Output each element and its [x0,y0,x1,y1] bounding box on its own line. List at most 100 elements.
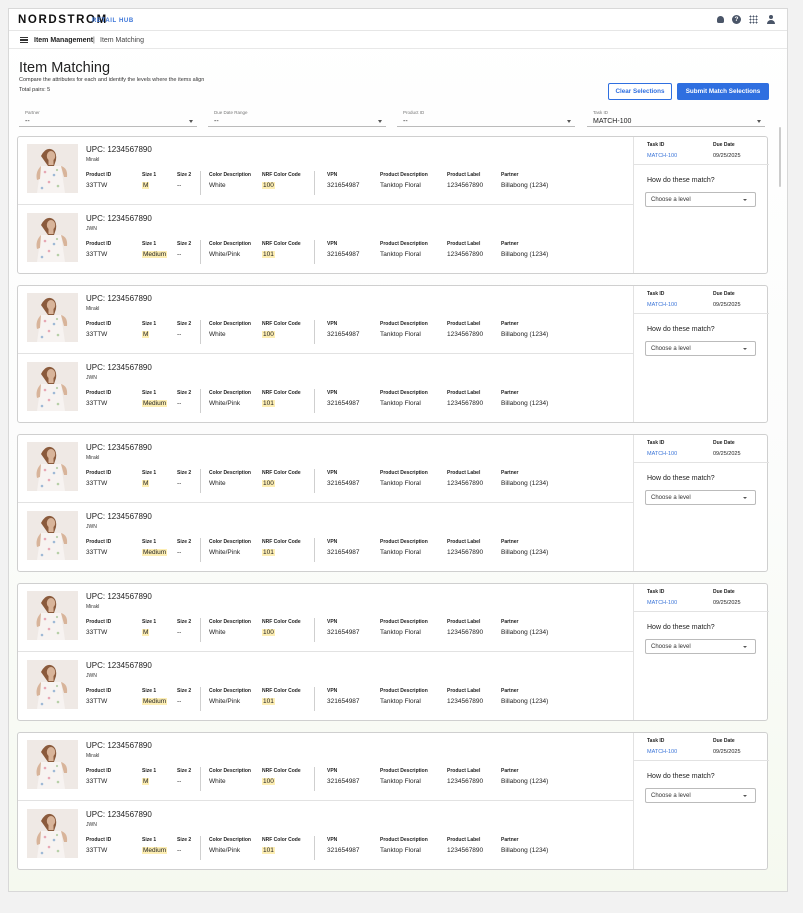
task-id-label: Task ID [647,738,665,744]
attr-value-text: White [209,331,226,338]
attr-value-vpn: 321654987 [327,400,360,407]
filter-value: -- [403,118,408,125]
due-date-value: 09/25/2025 [713,302,741,308]
attr-value-size2: -- [177,698,181,705]
task-id-link[interactable]: MATCH-100 [647,451,677,457]
scrollbar[interactable] [779,127,781,187]
attr-value-product-id: 33TTW [86,331,107,338]
product-thumbnail[interactable] [27,511,78,560]
match-side-panel: Task ID Due Date MATCH-100 09/25/2025 How do… [633,137,769,273]
product-thumbnail[interactable] [27,293,78,342]
attr-label-partner: Partner [501,172,519,178]
breadcrumb-separator: | [93,37,95,44]
filter-value: -- [214,118,219,125]
column-divider [314,618,315,642]
item-upc: UPC: 1234567890 [86,661,152,670]
attr-value-color-desc: White [209,778,226,785]
attr-value-text: Tanktop Floral [380,480,421,487]
product-thumbnail[interactable] [27,442,78,491]
attr-label-color-desc: Color Description [209,688,251,694]
filter-product-id[interactable]: Product ID -- [397,110,575,127]
attr-value-product-id: 33TTW [86,480,107,487]
task-id-link[interactable]: MATCH-100 [647,153,677,159]
attr-value-text: -- [177,182,182,189]
attr-label-nrf: NRF Color Code [262,768,301,774]
breadcrumb-item-management[interactable]: Item Management [34,37,93,44]
task-id-link[interactable]: MATCH-100 [647,749,677,755]
attr-value-text: -- [177,698,182,705]
attr-value-prod-desc: Tanktop Floral [380,698,421,705]
jwn-item-row: UPC: 1234567890 JWN Product ID 33TTW Size 1 M… [18,653,633,721]
attr-value-text: White/Pink [209,847,241,854]
clear-selections-button[interactable]: Clear Selections [608,83,672,100]
attr-label-prod-desc: Product Description [380,470,428,476]
attr-value-size2: -- [177,629,181,636]
product-thumbnail[interactable] [27,362,78,411]
bell-icon[interactable] [717,16,724,23]
due-date-value: 09/25/2025 [713,451,741,457]
attr-value-text: Billabong (1234) [501,331,549,338]
attr-value-text: 321654987 [327,331,360,338]
attr-value-partner: Billabong (1234) [501,847,548,854]
match-level-select[interactable]: Choose a level [645,341,756,356]
item-source: Mirakl [86,455,100,461]
task-id-label: Task ID [647,440,665,446]
attr-value-text: 101 [262,251,275,258]
attr-label-prod-desc: Product Description [380,321,428,327]
hamburger-icon[interactable] [20,37,28,43]
help-icon[interactable]: ? [732,15,741,24]
product-thumbnail[interactable] [27,660,78,709]
match-level-select[interactable]: Choose a level [645,490,756,505]
user-icon[interactable] [766,15,775,24]
attr-value-text: 100 [262,182,275,189]
apps-grid-icon[interactable] [749,15,758,24]
attr-value-vpn: 321654987 [327,549,360,556]
attr-value-vpn: 321654987 [327,182,360,189]
attr-value-color-desc: White/Pink [209,549,240,556]
task-id-link[interactable]: MATCH-100 [647,600,677,606]
attr-value-text: -- [177,331,182,338]
attr-value-product-id: 33TTW [86,400,107,407]
column-divider [314,538,315,562]
filter-task-id[interactable]: Task ID MATCH-100 [587,110,765,127]
match-pair-card: UPC: 1234567890 Mirakl Product ID 33TTW Size… [17,136,769,274]
attr-value-text: 1234567890 [447,182,484,189]
attr-label-product-id: Product ID [86,768,112,774]
attr-value-nrf: 100 [262,480,275,487]
attr-value-text: 1234567890 [447,847,484,854]
top-icons: ? [717,15,775,24]
column-divider [200,618,201,642]
product-thumbnail[interactable] [27,213,78,262]
filter-due-date-range[interactable]: Due Date Range -- [208,110,386,127]
attr-value-prod-desc: Tanktop Floral [380,778,421,785]
attr-label-size1: Size 1 [142,539,157,545]
match-level-select[interactable]: Choose a level [645,192,756,207]
product-thumbnail[interactable] [27,591,78,640]
item-source: Mirakl [86,604,100,610]
side-divider [634,760,769,761]
attr-value-text: M [142,778,150,785]
attr-value-text: 33TTW [86,549,108,556]
task-id-link[interactable]: MATCH-100 [647,302,677,308]
product-thumbnail[interactable] [27,809,78,858]
attr-label-product-id: Product ID [86,470,112,476]
match-level-select[interactable]: Choose a level [645,639,756,654]
match-side-panel: Task ID Due Date MATCH-100 09/25/2025 How do… [633,435,769,571]
match-pair-card: UPC: 1234567890 Mirakl Product ID 33TTW Size… [17,732,769,870]
attr-value-prod-label: 1234567890 [447,698,483,705]
match-level-placeholder: Choose a level [651,346,691,352]
match-pair-card: UPC: 1234567890 Mirakl Product ID 33TTW Size… [17,285,769,423]
submit-match-selections-button[interactable]: Submit Match Selections [677,83,769,100]
attr-value-nrf: 100 [262,182,275,189]
attr-value-prod-desc: Tanktop Floral [380,182,421,189]
attr-label-prod-label: Product Label [447,390,481,396]
attr-value-partner: Billabong (1234) [501,182,548,189]
match-level-select[interactable]: Choose a level [645,788,756,803]
product-thumbnail[interactable] [27,144,78,193]
item-upc: UPC: 1234567890 [86,363,152,372]
attr-value-text: 321654987 [327,400,360,407]
breadcrumb: Item Management | Item Matching [9,32,787,49]
filter-partner[interactable]: Partner -- [19,110,197,127]
product-thumbnail[interactable] [27,740,78,789]
attr-label-partner: Partner [501,688,519,694]
